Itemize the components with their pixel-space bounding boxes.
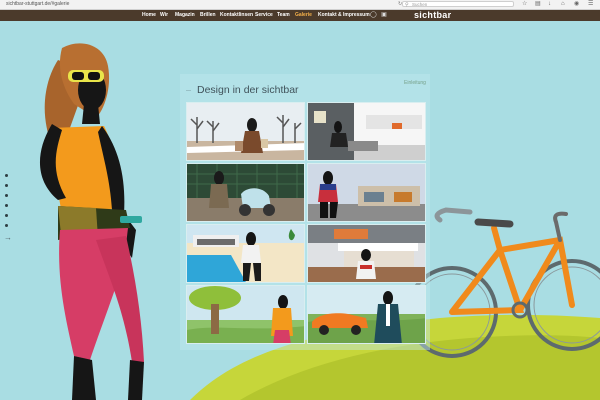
gallery-tile-poolside[interactable]	[186, 224, 305, 283]
scroll-dot[interactable]	[5, 194, 8, 197]
scroll-dot[interactable]	[5, 184, 8, 187]
gallery-tile-winter-shopping[interactable]	[186, 102, 305, 161]
einleitung-link[interactable]: Einleitung	[404, 80, 426, 86]
gallery-tile-park-tree[interactable]	[186, 285, 305, 344]
woman-neck	[82, 104, 100, 124]
scroll-dot[interactable]	[5, 204, 8, 207]
bike-handlebar	[553, 211, 568, 242]
gallery-grid	[186, 102, 426, 346]
scroll-dot[interactable]	[5, 224, 8, 227]
bike-seat-post	[491, 225, 503, 253]
gallery-tile-modern-house[interactable]	[307, 163, 426, 222]
gallery-title: Design in der sichtbar	[197, 84, 299, 96]
gallery-tile-sports-car[interactable]	[307, 285, 426, 344]
bike-saddle	[474, 218, 514, 228]
woman-leg-right	[128, 360, 144, 400]
scroll-dot[interactable]	[5, 174, 8, 177]
gallery-tile-scooter[interactable]	[186, 163, 305, 222]
gallery-tile-living-room[interactable]	[307, 102, 426, 161]
bracelet	[120, 216, 142, 223]
scroll-dot[interactable]	[5, 214, 8, 217]
bike-rear-rack	[434, 207, 473, 223]
gallery-tile-cafe[interactable]	[307, 224, 426, 283]
title-arrow-icon: —	[186, 88, 191, 94]
bike-frame	[449, 236, 575, 315]
side-arrow-icon[interactable]: →	[4, 233, 12, 242]
woman-leg-left	[72, 356, 96, 400]
woman-illustration	[39, 43, 144, 400]
